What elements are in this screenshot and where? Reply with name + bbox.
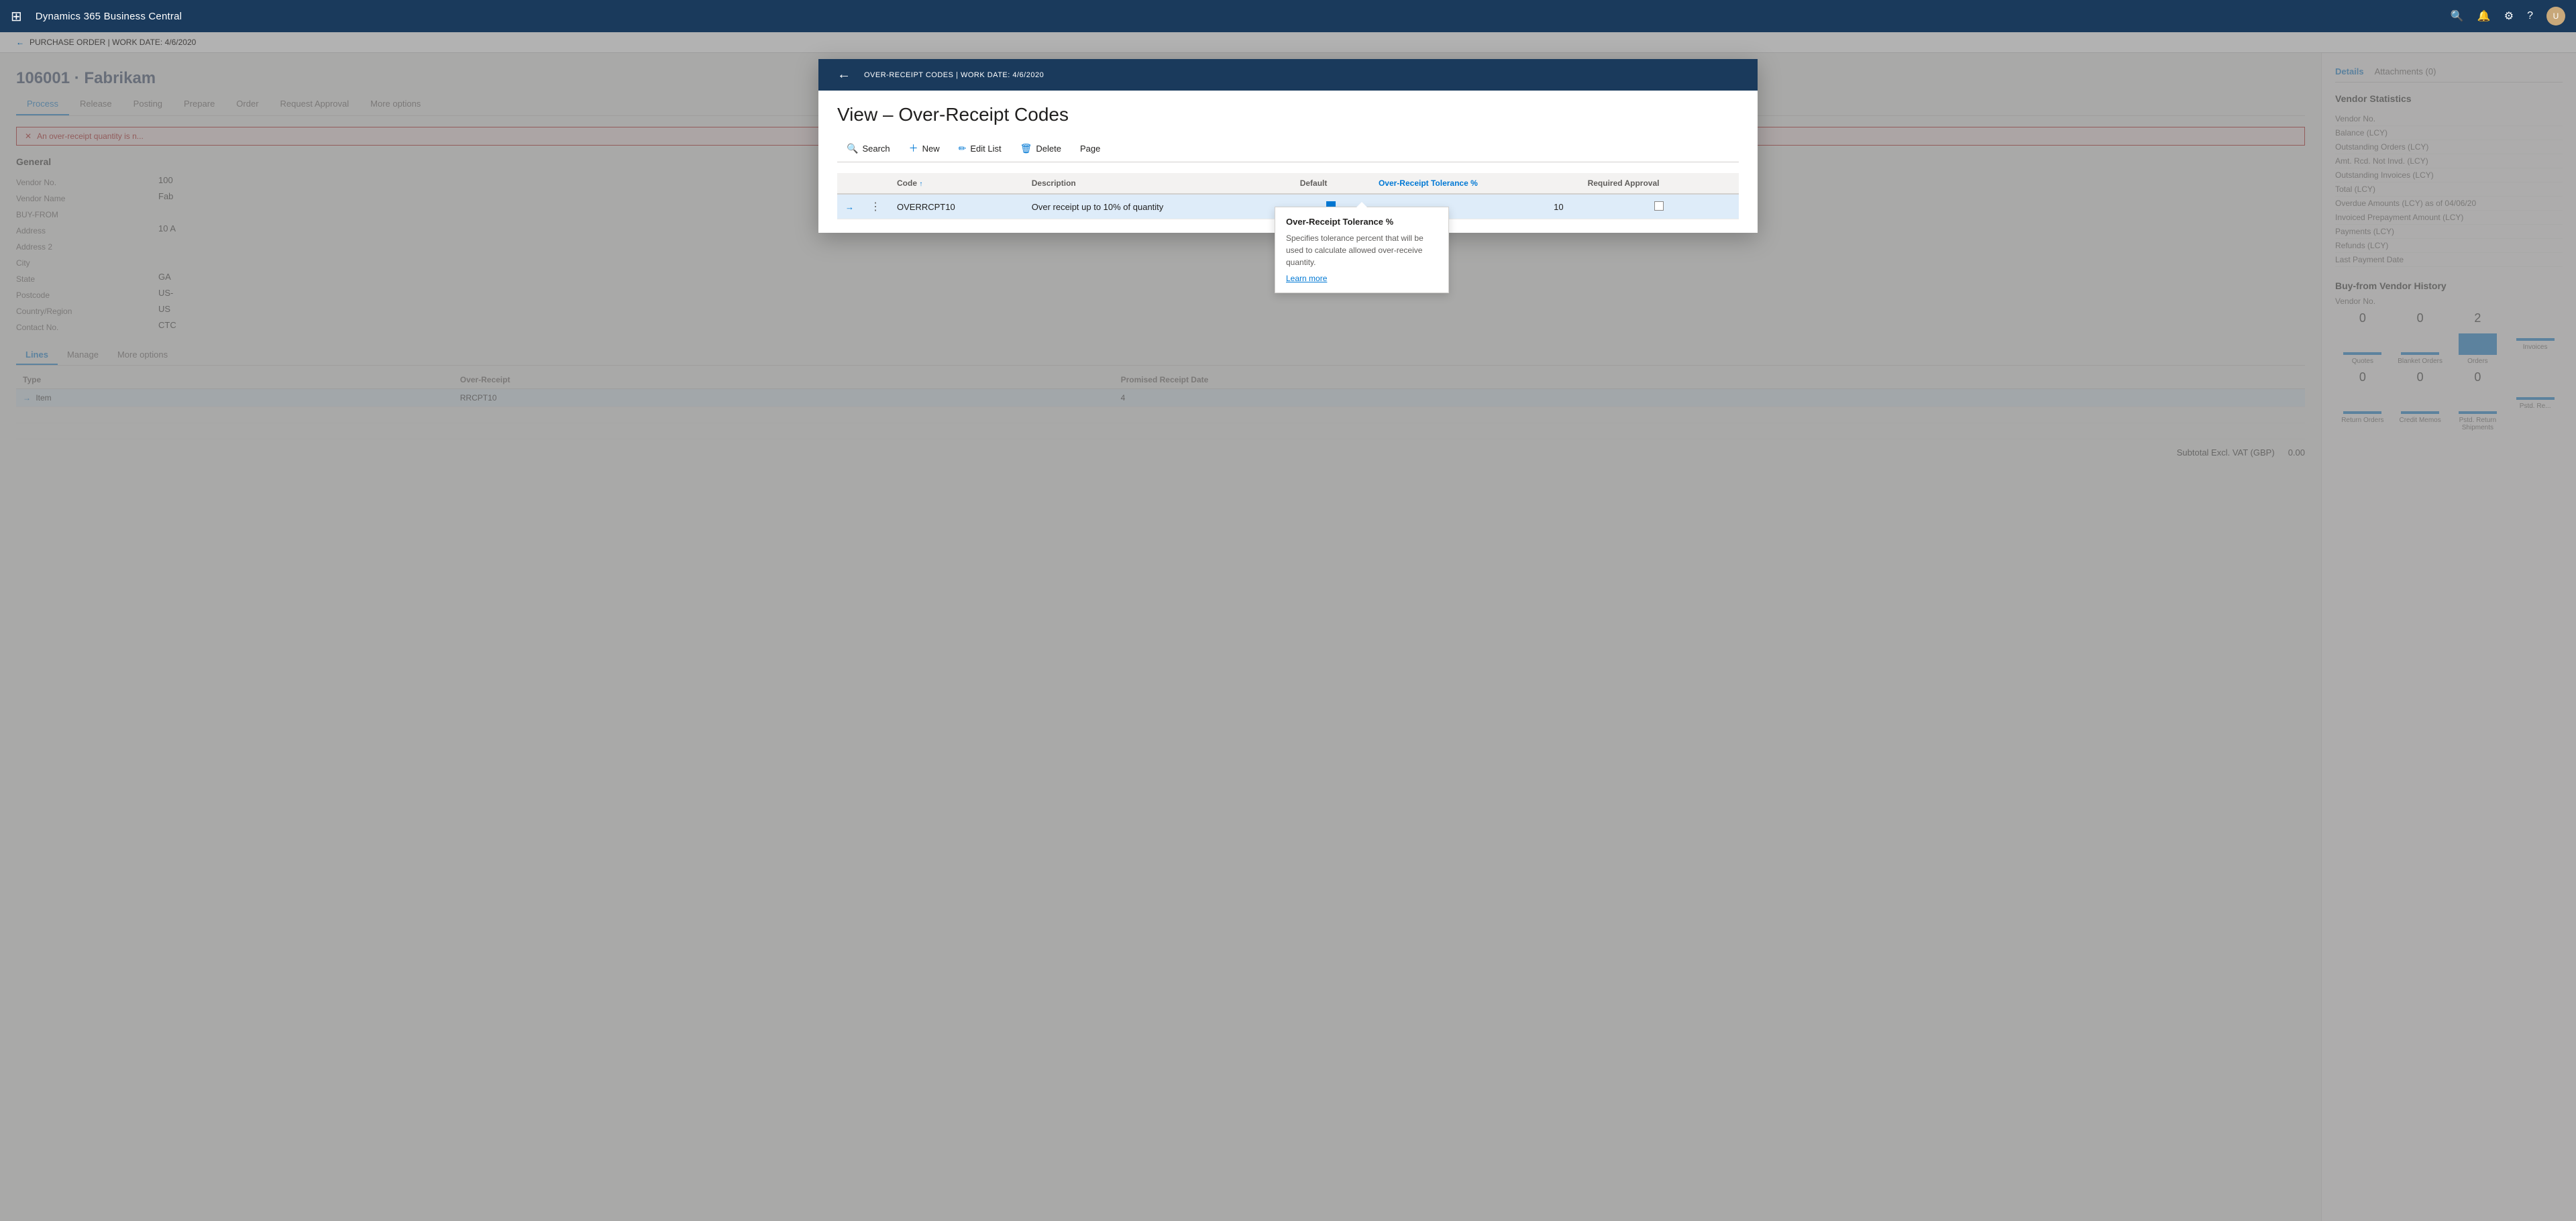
col-tolerance-label: Over-Receipt Tolerance %	[1379, 178, 1478, 188]
tooltip-body: Specifies tolerance percent that will be…	[1286, 232, 1438, 268]
waffle-icon[interactable]: ⊞	[11, 8, 22, 25]
description-value: Over receipt up to 10% of quantity	[1032, 202, 1164, 212]
modal-back-button[interactable]: ←	[832, 67, 856, 83]
modal-dialog: ← OVER-RECEIPT CODES | WORK DATE: 4/6/20…	[818, 59, 1758, 233]
app-title: Dynamics 365 Business Central	[36, 11, 182, 22]
page-button[interactable]: Page	[1071, 138, 1110, 160]
new-button[interactable]: ＋ New	[900, 136, 949, 162]
cell-code: OVERRCPT10	[889, 194, 1024, 219]
delete-label: Delete	[1036, 144, 1061, 154]
background-page: ← PURCHASE ORDER | WORK DATE: 4/6/2020 1…	[0, 32, 2576, 1221]
delete-icon: 🗑	[1020, 143, 1032, 154]
col-code[interactable]: Code ↑	[889, 173, 1024, 194]
col-indicator	[837, 173, 862, 194]
search-icon: 🔍	[847, 143, 858, 154]
col-required-approval-label: Required Approval	[1588, 178, 1660, 188]
search-label: Search	[862, 144, 890, 154]
col-description-label: Description	[1032, 178, 1076, 188]
col-default[interactable]: Default	[1292, 173, 1371, 194]
tooltip-popup: Over-Receipt Tolerance % Specifies toler…	[1275, 207, 1449, 293]
modal-page-title: View – Over-Receipt Codes	[837, 104, 1739, 125]
bell-icon[interactable]: 🔔	[2477, 9, 2491, 23]
tooltip-learn-more-link[interactable]: Learn more	[1286, 274, 1327, 283]
edit-list-button[interactable]: ✏ Edit List	[949, 138, 1011, 161]
cell-description: Over receipt up to 10% of quantity	[1024, 194, 1292, 219]
code-value: OVERRCPT10	[897, 202, 955, 212]
modal-toolbar: 🔍 Search ＋ New ✏ Edit List 🗑 Delete	[837, 136, 1739, 162]
cell-menu-dots[interactable]: ⋮	[862, 194, 889, 219]
tooltip-title: Over-Receipt Tolerance %	[1286, 217, 1438, 227]
nav-icons: 🔍 🔔 ⚙ ? U	[2451, 7, 2565, 25]
sort-asc-icon: ↑	[919, 180, 922, 188]
modal-header: ← OVER-RECEIPT CODES | WORK DATE: 4/6/20…	[818, 59, 1758, 91]
new-icon: ＋	[909, 142, 918, 155]
col-menu	[862, 173, 889, 194]
delete-button[interactable]: 🗑 Delete	[1011, 138, 1071, 161]
user-avatar[interactable]: U	[2546, 7, 2565, 25]
settings-icon[interactable]: ⚙	[2504, 9, 2514, 23]
modal-overlay[interactable]: ← OVER-RECEIPT CODES | WORK DATE: 4/6/20…	[0, 32, 2576, 1221]
search-button[interactable]: 🔍 Search	[837, 138, 900, 161]
required-approval-checkbox[interactable]	[1654, 201, 1664, 211]
col-required-approval[interactable]: Required Approval	[1580, 173, 1739, 194]
help-icon[interactable]: ?	[2527, 10, 2533, 22]
edit-icon: ✏	[959, 143, 967, 154]
cell-required-approval	[1580, 194, 1739, 219]
tolerance-value: 10	[1554, 202, 1563, 212]
cell-row-indicator: →	[837, 194, 862, 219]
top-navigation: ⊞ Dynamics 365 Business Central 🔍 🔔 ⚙ ? …	[0, 0, 2576, 32]
tooltip-arrow	[1356, 202, 1367, 207]
modal-title-bar: OVER-RECEIPT CODES | WORK DATE: 4/6/2020	[864, 71, 1044, 79]
new-label: New	[922, 144, 940, 154]
edit-list-label: Edit List	[970, 144, 1001, 154]
search-icon[interactable]: 🔍	[2451, 9, 2464, 23]
col-tolerance[interactable]: Over-Receipt Tolerance %	[1371, 173, 1580, 194]
row-arrow-icon: →	[845, 202, 854, 212]
col-default-label: Default	[1300, 178, 1328, 188]
page-label: Page	[1080, 144, 1100, 154]
col-description[interactable]: Description	[1024, 173, 1292, 194]
col-code-label: Code	[897, 178, 917, 188]
context-menu-icon[interactable]: ⋮	[870, 201, 881, 213]
